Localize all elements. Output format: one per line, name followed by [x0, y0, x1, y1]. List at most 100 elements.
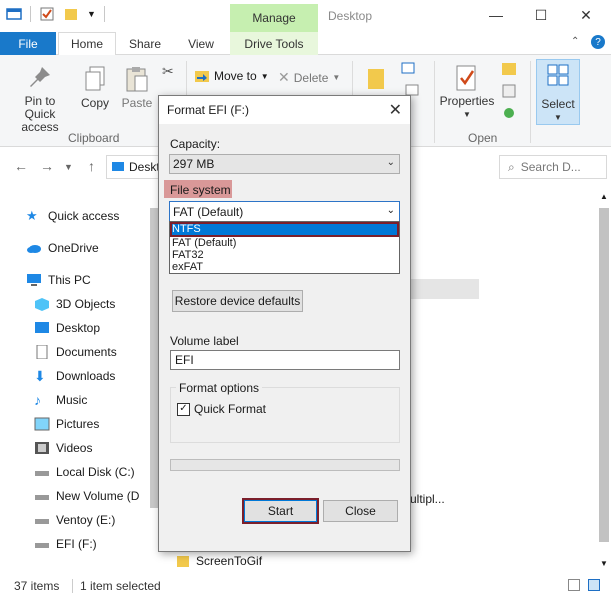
chevron-down-icon: ▼	[260, 71, 269, 81]
scroll-up-icon[interactable]: ▲	[600, 192, 608, 201]
address-bar[interactable]: Deskt	[106, 155, 166, 179]
content-scrollbar[interactable]: ▲ ▼	[597, 190, 611, 570]
nav-scrollbar[interactable]	[150, 190, 158, 570]
nav-scrollbar-thumb[interactable]	[150, 208, 158, 508]
restore-defaults-button[interactable]: Restore device defaults	[172, 290, 303, 312]
format-dialog: Format EFI (F:) ✕ Capacity: 297 MB ⌄ Fil…	[158, 95, 411, 552]
navigation-pane: ★ Quick access OneDrive This PC 3D Objec…	[0, 200, 152, 570]
new-folder-large-icon[interactable]	[366, 63, 386, 91]
tab-drive-tools[interactable]: Drive Tools	[230, 32, 318, 55]
nav-this-pc[interactable]: This PC	[26, 273, 91, 287]
large-icons-view-icon[interactable]	[588, 579, 600, 591]
content-partial-text[interactable]: ultipl...	[410, 492, 445, 506]
up-arrow-icon[interactable]: ↑	[88, 158, 95, 174]
select-grid-icon	[547, 64, 569, 86]
maximize-button[interactable]: ☐	[526, 4, 556, 26]
tab-file[interactable]: File	[0, 32, 56, 55]
forward-arrow-icon[interactable]: →	[40, 158, 54, 174]
computer-icon	[27, 274, 41, 286]
nav-pictures[interactable]: Pictures	[34, 417, 99, 431]
picture-icon	[34, 417, 50, 431]
nav-ventoy-e[interactable]: Ventoy (E:)	[34, 513, 115, 527]
nav-label: New Volume (D	[56, 489, 140, 503]
pin-quick-access-button[interactable]: Pin to Quick access	[6, 65, 74, 134]
explorer-icon[interactable]	[6, 7, 22, 21]
nav-3d-objects[interactable]: 3D Objects	[34, 297, 115, 311]
nav-quick-access[interactable]: ★ Quick access	[26, 208, 119, 224]
search-placeholder: Search D...	[520, 160, 581, 174]
copy-button[interactable]: Copy	[78, 65, 112, 110]
option-fat32[interactable]: FAT32	[170, 249, 399, 261]
quick-format-checkbox-row[interactable]: ✓ Quick Format	[177, 402, 266, 416]
folder-screentogif[interactable]: ScreenToGif	[176, 554, 262, 568]
delete-button[interactable]: ✕ Delete ▼	[278, 69, 340, 86]
option-fat-default[interactable]: FAT (Default)	[170, 237, 399, 249]
details-view-icon[interactable]	[568, 579, 580, 591]
close-button[interactable]: ✕	[571, 4, 601, 26]
scroll-down-icon[interactable]: ▼	[600, 559, 608, 568]
tab-share[interactable]: Share	[122, 32, 168, 55]
drive-icon	[35, 543, 49, 548]
back-arrow-icon[interactable]: ←	[14, 158, 28, 174]
start-button[interactable]: Start	[242, 498, 319, 524]
content-scrollbar-thumb[interactable]	[599, 208, 609, 542]
selected-row-highlight[interactable]	[410, 279, 479, 299]
chevron-down-icon: ⌄	[386, 205, 395, 216]
chevron-down-icon: ▼	[463, 110, 471, 119]
nav-videos[interactable]: Videos	[34, 441, 92, 455]
file-system-dropdown: NTFS FAT (Default) FAT32 exFAT	[169, 221, 400, 274]
volume-label-label: Volume label	[170, 334, 239, 348]
recent-chevron-icon[interactable]: ▼	[64, 162, 73, 172]
title-bar: ▼ Manage Desktop — ☐ ✕	[0, 0, 611, 32]
nav-efi-f[interactable]: EFI (F:)	[34, 537, 97, 551]
address-path: Deskt	[129, 160, 160, 174]
cube-icon	[35, 298, 49, 311]
cut-icon[interactable]: ✂	[162, 63, 174, 80]
nav-local-disk-c[interactable]: Local Disk (C:)	[34, 465, 135, 479]
capacity-select[interactable]: 297 MB ⌄	[169, 154, 400, 174]
drive-icon	[35, 471, 49, 476]
nav-desktop[interactable]: Desktop	[34, 321, 100, 335]
nav-label: EFI (F:)	[56, 537, 97, 551]
tab-view[interactable]: View	[178, 32, 224, 55]
nav-new-volume-d[interactable]: New Volume (D	[34, 489, 139, 503]
chevron-down-icon: ▼	[332, 73, 341, 82]
star-icon: ★	[26, 208, 38, 223]
option-exfat[interactable]: exFAT	[170, 261, 399, 273]
nav-music[interactable]: ♪ Music	[34, 393, 87, 407]
desktop-icon	[35, 322, 49, 333]
search-box[interactable]: ⌕ Search D...	[499, 155, 607, 179]
search-icon: ⌕	[508, 159, 515, 174]
nav-onedrive[interactable]: OneDrive	[26, 241, 99, 255]
nav-label: 3D Objects	[56, 297, 116, 311]
nav-documents[interactable]: Documents	[34, 345, 117, 359]
capacity-label: Capacity:	[170, 137, 221, 151]
music-icon: ♪	[34, 392, 41, 408]
properties-button[interactable]: Properties ▼	[440, 63, 494, 121]
open-group-label: Open	[468, 131, 498, 145]
properties-check-icon[interactable]	[39, 6, 55, 22]
window-title: Desktop	[328, 9, 373, 23]
new-folder-icon[interactable]	[63, 6, 79, 22]
volume-label-input[interactable]: EFI	[170, 350, 400, 370]
tab-home[interactable]: Home	[58, 32, 116, 56]
close-dialog-button[interactable]: Close	[323, 500, 398, 522]
chevron-down-icon: ▼	[554, 113, 562, 122]
file-system-select[interactable]: FAT (Default) ⌄	[169, 201, 400, 222]
ribbon-collapse-icon[interactable]: ⌃	[571, 36, 579, 47]
manage-context-tab[interactable]: Manage	[230, 4, 318, 32]
paste-button[interactable]: Paste	[120, 65, 154, 110]
move-to-button[interactable]: Move to ▼	[194, 69, 269, 83]
select-button[interactable]: Select ▼	[536, 59, 580, 125]
help-icon[interactable]: ?	[591, 35, 605, 49]
paste-icon	[126, 67, 148, 92]
minimize-button[interactable]: —	[481, 4, 511, 26]
option-ntfs[interactable]: NTFS	[170, 222, 399, 237]
quick-format-checkbox[interactable]: ✓	[177, 402, 190, 416]
qat-dropdown-icon[interactable]: ▼	[87, 9, 96, 19]
open-tools-icon[interactable]	[500, 61, 520, 123]
dialog-close-icon[interactable]: ✕	[389, 100, 402, 120]
nav-label: This PC	[48, 273, 91, 287]
nav-downloads[interactable]: ⬇ Downloads	[34, 369, 115, 383]
quick-format-label: Quick Format	[194, 402, 267, 416]
